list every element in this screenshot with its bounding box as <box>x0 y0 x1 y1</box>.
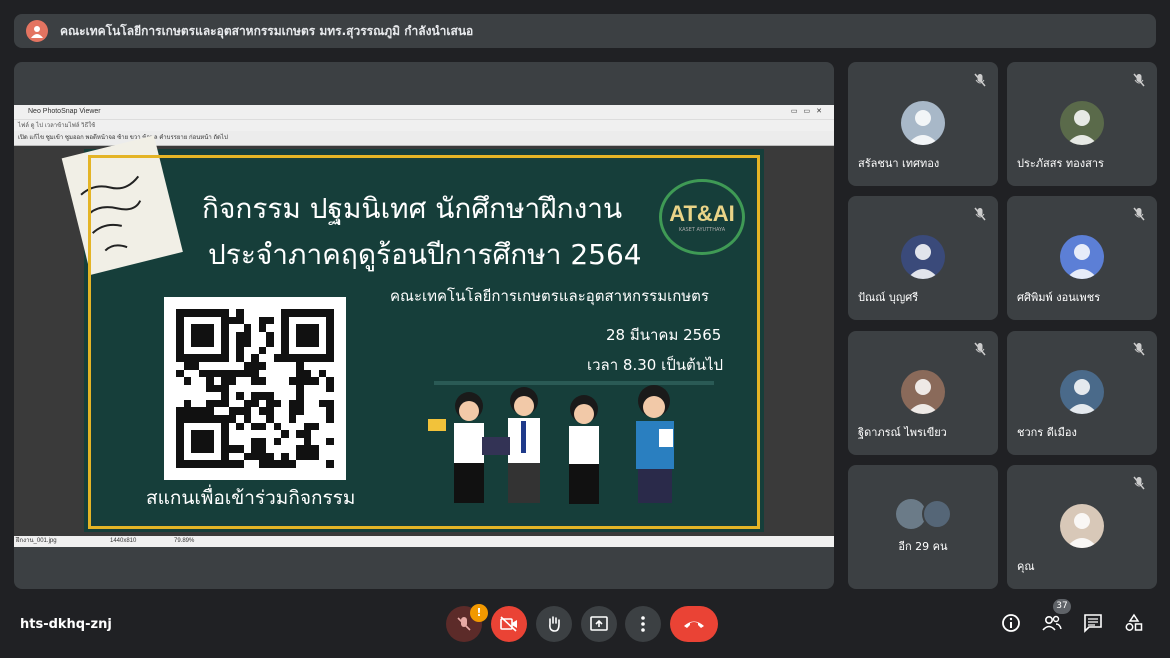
participant-name: ศศิพิมพ์ งอนเพชร <box>1017 291 1101 304</box>
more-vert-icon <box>641 616 645 632</box>
poster-headline-1: กิจกรรม ปฐมนิเทศ นักศึกษาฝึกงาน <box>202 192 623 225</box>
participant-tile[interactable]: ฐิดาภรณ์ ไพรเขียว <box>848 331 998 455</box>
presenting-banner: คณะเทคโนโลยีการเกษตรและอุตสาหกรรมเกษตร ม… <box>14 14 1156 48</box>
status-dimensions: 1440x810 <box>110 538 137 544</box>
avatar <box>1060 235 1104 279</box>
warning-badge: ! <box>470 604 488 622</box>
participant-tile[interactable]: ศศิพิมพ์ งอนเพชร <box>1007 196 1157 320</box>
activities-icon <box>1125 613 1143 631</box>
avatar <box>901 370 945 414</box>
mic-off-icon <box>457 617 471 631</box>
poster-image: กิจกรรม ปฐมนิเทศ นักศึกษาฝึกงาน ประจำภาค… <box>61 135 764 532</box>
participant-tile[interactable]: สรัลชนา เทศทอง <box>848 62 998 186</box>
participant-name: สรัลชนา เทศทอง <box>858 157 940 170</box>
camera-off-icon <box>500 616 517 632</box>
viewer-menubar[interactable]: ไฟล์ ดู ไป เวลาข้ามไฟล์ วิธีใช้ <box>14 119 834 131</box>
person-icon <box>31 26 43 38</box>
more-options-button[interactable] <box>625 606 661 642</box>
leave-call-button[interactable] <box>670 606 718 642</box>
logo-text: AT&AI <box>669 201 735 226</box>
presentation-stage: Neo PhotoSnap Viewer ▭▭✕ ไฟล์ ดู ไป เวลา… <box>14 62 834 589</box>
viewer-statusbar: ฝึกงาน_001.jpg 1440x810 79.89% <box>14 536 834 547</box>
participant-name: ประภัสสร ทองสาร <box>1017 157 1104 170</box>
image-viewer-window: Neo PhotoSnap Viewer ▭▭✕ ไฟล์ ดู ไป เวลา… <box>14 105 834 547</box>
students-illustration <box>428 381 714 504</box>
info-icon <box>1002 614 1020 632</box>
mic-off-icon <box>1131 475 1147 491</box>
participant-name: ฐิดาภรณ์ ไพรเขียว <box>858 426 947 439</box>
viewer-image-area: กิจกรรม ปฐมนิเทศ นักศึกษาฝึกงาน ประจำภาค… <box>14 135 834 536</box>
participant-tile[interactable]: ชวกร ดีเมือง <box>1007 331 1157 455</box>
mic-off-icon <box>1131 341 1147 357</box>
activities-button[interactable] <box>1121 610 1147 636</box>
participant-grid: สรัลชนา เทศทอง ประภัสสร ทองสารปัณณ์ บุญศร… <box>848 62 1157 589</box>
participant-name: อีก 29 คน <box>898 540 948 553</box>
participant-tile[interactable]: อีก 29 คน <box>848 465 998 589</box>
participant-name: ชวกร ดีเมือง <box>1017 426 1077 439</box>
participant-name: ปัณณ์ บุญศรี <box>858 291 919 304</box>
participant-tile[interactable]: คุณ <box>1007 465 1157 589</box>
qr-code[interactable] <box>164 297 346 480</box>
poster-scan-text: สแกนเพื่อเข้าร่วมกิจกรรม <box>146 487 356 509</box>
mic-off-icon <box>1131 72 1147 88</box>
mic-off-icon <box>972 341 988 357</box>
people-icon <box>1042 615 1062 631</box>
poster-date: 28 มีนาคม 2565 <box>606 326 722 344</box>
present-button[interactable] <box>581 606 617 642</box>
participant-tile[interactable]: ปัณณ์ บุญศรี <box>848 196 998 320</box>
at-ai-logo: AT&AI KASET AYUTTHAYA <box>659 179 745 255</box>
others-avatars <box>896 499 956 529</box>
status-filename: ฝึกงาน_001.jpg <box>16 538 57 544</box>
participant-tile[interactable]: ประภัสสร ทองสาร <box>1007 62 1157 186</box>
mic-off-icon <box>972 72 988 88</box>
poster-headline-2: ประจำภาคฤดูร้อนปีการศึกษา 2564 <box>208 238 642 271</box>
avatar <box>1060 370 1104 414</box>
chat-icon <box>1084 614 1102 633</box>
meeting-details-button[interactable] <box>998 610 1024 636</box>
status-zoom: 79.89% <box>174 538 195 544</box>
bottom-controls: hts-dkhq-znj ! 37 <box>0 599 1170 658</box>
banner-text: คณะเทคโนโลยีการเกษตรและอุตสาหกรรมเกษตร ม… <box>60 23 474 38</box>
avatar <box>901 101 945 145</box>
logo-subtext: KASET AYUTTHAYA <box>678 227 726 233</box>
avatar <box>901 235 945 279</box>
hand-icon <box>549 616 560 632</box>
participant-name: คุณ <box>1017 560 1035 573</box>
presenter-avatar <box>26 20 48 42</box>
raise-hand-button[interactable] <box>536 606 572 642</box>
present-screen-icon <box>590 616 608 631</box>
chat-button[interactable] <box>1080 610 1106 636</box>
avatar <box>1060 504 1104 548</box>
window-controls-icon[interactable]: ▭▭✕ <box>791 105 828 119</box>
people-count-badge: 37 <box>1053 599 1071 614</box>
avatar <box>1060 101 1104 145</box>
camera-button[interactable] <box>491 606 527 642</box>
viewer-title: Neo PhotoSnap Viewer <box>28 108 101 115</box>
meeting-code[interactable]: hts-dkhq-znj <box>20 617 112 632</box>
mic-off-icon <box>972 206 988 222</box>
mic-off-icon <box>1131 206 1147 222</box>
viewer-titlebar: Neo PhotoSnap Viewer ▭▭✕ <box>14 105 834 119</box>
poster-faculty: คณะเทคโนโลยีการเกษตรและอุตสาหกรรมเกษตร <box>390 287 709 305</box>
hangup-icon <box>684 621 704 628</box>
